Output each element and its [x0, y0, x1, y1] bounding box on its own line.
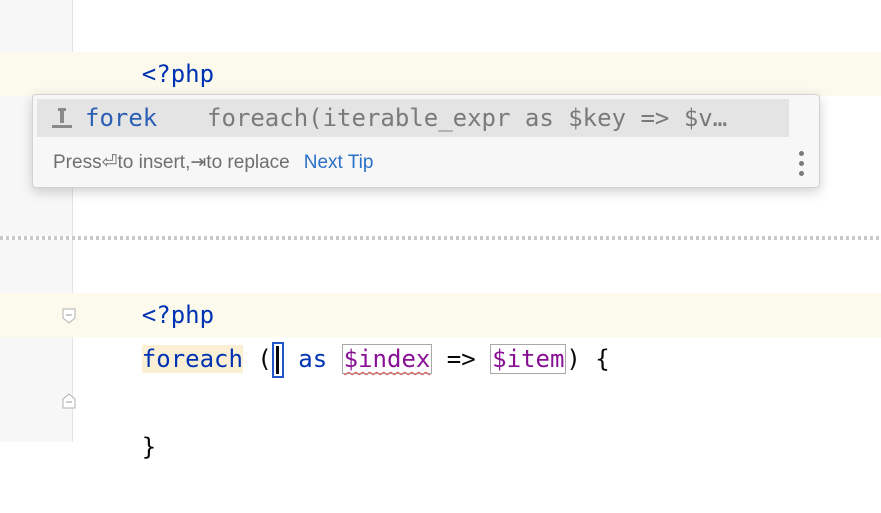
next-tip-link[interactable]: Next Tip [304, 152, 374, 174]
code-line-forek[interactable]: forek [84, 52, 214, 132]
more-vertical-icon[interactable] [799, 151, 805, 176]
open-paren: ( [242, 345, 272, 373]
tab-key-icon: ⇥ [190, 152, 207, 173]
fold-open-icon[interactable] [62, 308, 76, 324]
fold-close-icon[interactable] [62, 393, 76, 409]
code-line-foreach[interactable]: foreach ( as $index => $item) { [84, 293, 610, 378]
close-paren-brace: ) { [566, 345, 610, 373]
arrow-operator: => [432, 345, 491, 373]
completion-description: foreach(iterable_expr as $key => $v… [207, 104, 728, 132]
foreach-keyword: foreach [141, 345, 243, 373]
closing-brace: } [141, 433, 157, 461]
hint-press: Press [53, 151, 102, 173]
hint-to-replace: to replace [206, 151, 290, 173]
hint-to-insert: to insert, [117, 151, 191, 173]
code-line-php-open[interactable]: <?php [84, 8, 214, 88]
item-variable[interactable]: $item [490, 344, 567, 374]
completion-item-forek[interactable]: forek foreach(iterable_expr as $key => $… [37, 99, 789, 137]
code-line-closing-brace[interactable]: } [84, 381, 156, 461]
completion-popup: forek foreach(iterable_expr as $key => $… [32, 94, 820, 188]
bottom-editor-pane[interactable]: <?php foreach ( as $index => $item) { } [0, 240, 881, 461]
template-variable-caret[interactable] [271, 342, 284, 378]
enter-key-icon: ⏎ [101, 152, 118, 173]
code-line-php-open[interactable]: <?php [84, 249, 214, 329]
template-icon [47, 105, 77, 131]
text-caret [275, 346, 279, 374]
gutter-separator [72, 240, 73, 442]
completion-hint: Press ⏎ to insert, ⇥ to replace Next Tip [53, 151, 373, 174]
index-variable[interactable]: $index [341, 344, 433, 374]
editor-gutter [0, 240, 72, 442]
as-keyword: as [283, 345, 342, 373]
completion-abbreviation: forek [85, 104, 158, 132]
